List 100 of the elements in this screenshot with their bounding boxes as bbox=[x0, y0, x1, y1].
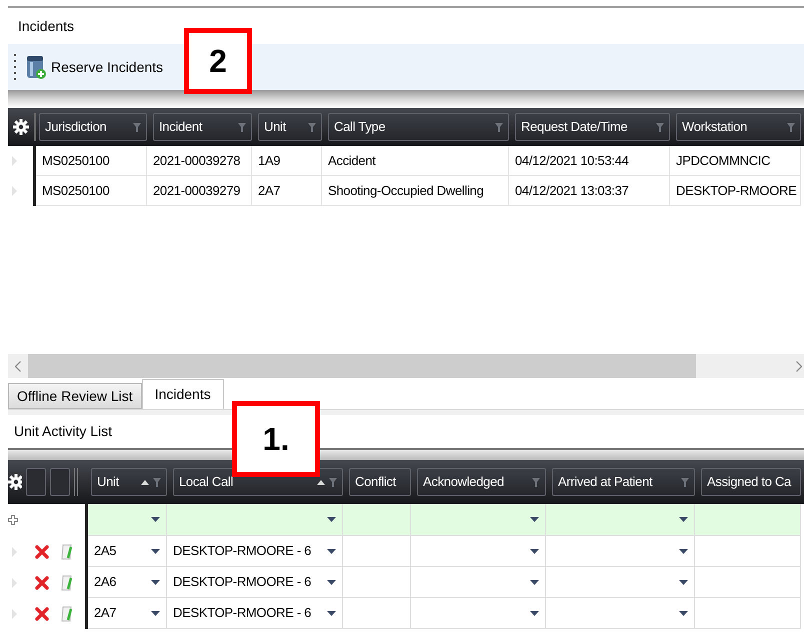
scroll-left-icon bbox=[15, 360, 21, 372]
row-indicator-icon bbox=[12, 608, 17, 618]
dropdown-field[interactable] bbox=[546, 567, 695, 598]
table-cell: 2A7 bbox=[252, 176, 322, 206]
table-cell: MS0250100 bbox=[36, 146, 147, 176]
dropdown-field[interactable] bbox=[546, 536, 695, 567]
toolbar-button[interactable]: Reserve Incidents bbox=[25, 54, 164, 80]
sort-up-icon bbox=[317, 480, 325, 484]
sort-up-icon bbox=[141, 480, 149, 484]
row-indicator-icon bbox=[12, 578, 17, 588]
dropdown-arrow-icon bbox=[679, 517, 688, 522]
panel-title: Unit Activity List bbox=[14, 422, 112, 441]
column-header[interactable]: Jurisdiction bbox=[39, 113, 147, 141]
dropdown-field[interactable]: DESKTOP-RMOORE - 6 bbox=[167, 598, 343, 629]
database-add-icon bbox=[25, 54, 47, 80]
filter-cell[interactable] bbox=[167, 504, 343, 536]
dropdown-arrow-icon bbox=[151, 580, 160, 584]
column-header[interactable]: Conflict bbox=[349, 468, 411, 496]
column-header[interactable]: Acknowledged bbox=[417, 468, 546, 496]
dropdown-field[interactable]: 2A5 bbox=[88, 536, 167, 567]
column-header[interactable]: Call Type bbox=[328, 113, 509, 141]
column-header[interactable]: Arrived at Patient bbox=[552, 468, 695, 496]
settings-icon bbox=[13, 119, 29, 135]
filter-cell[interactable] bbox=[343, 504, 411, 536]
table-cell: DESKTOP-RMOORE bbox=[670, 176, 801, 206]
panel-title: Incidents bbox=[18, 16, 74, 36]
dropdown-arrow-icon bbox=[679, 610, 688, 616]
filter-cell[interactable] bbox=[695, 504, 801, 536]
dropdown-field[interactable] bbox=[411, 567, 546, 598]
column-header[interactable]: Unit bbox=[91, 468, 167, 496]
add-row-icon bbox=[8, 515, 18, 525]
row-indicator-icon bbox=[12, 546, 17, 556]
filter-cell[interactable] bbox=[411, 504, 546, 536]
table-cell[interactable] bbox=[695, 598, 801, 629]
tab[interactable]: Incidents bbox=[142, 379, 224, 409]
filter-cell[interactable] bbox=[546, 504, 695, 536]
filter-icon bbox=[787, 122, 795, 132]
row-indicator-icon bbox=[12, 156, 17, 166]
row-indicator-icon bbox=[12, 186, 17, 196]
table-cell: 04/12/2021 10:53:44 bbox=[509, 146, 670, 176]
dropdown-field[interactable]: 2A6 bbox=[88, 567, 167, 598]
horizontal-scrollbar[interactable] bbox=[8, 354, 804, 378]
table-cell: 2021-00039279 bbox=[147, 176, 252, 206]
filter-cell[interactable] bbox=[88, 504, 167, 536]
dropdown-arrow-icon bbox=[327, 548, 336, 554]
dropdown-field[interactable] bbox=[411, 598, 546, 629]
table-cell[interactable] bbox=[695, 567, 801, 598]
filter-icon bbox=[238, 122, 246, 132]
table-cell[interactable] bbox=[343, 536, 411, 567]
filter-icon bbox=[532, 478, 540, 486]
callout-label: 1. bbox=[232, 401, 320, 477]
dropdown-arrow-icon bbox=[327, 517, 336, 522]
scroll-right-icon bbox=[796, 360, 802, 372]
dropdown-arrow-icon bbox=[679, 548, 688, 554]
dropdown-arrow-icon bbox=[327, 610, 336, 616]
table-cell[interactable] bbox=[343, 567, 411, 598]
filter-icon bbox=[329, 478, 337, 486]
table-cell[interactable] bbox=[343, 598, 411, 629]
filter-icon bbox=[133, 122, 141, 132]
callout-label: 2 bbox=[184, 28, 252, 94]
edit-note-icon[interactable] bbox=[61, 544, 73, 560]
table-cell: 04/12/2021 13:03:37 bbox=[509, 176, 670, 206]
header-button[interactable] bbox=[26, 468, 46, 496]
dropdown-arrow-icon bbox=[530, 610, 539, 616]
dropdown-field[interactable] bbox=[546, 598, 695, 629]
column-header[interactable]: Request Date/Time bbox=[515, 113, 670, 141]
table-cell[interactable] bbox=[695, 536, 801, 567]
filter-icon bbox=[153, 478, 161, 486]
column-header[interactable]: Incident bbox=[153, 113, 252, 141]
dropdown-arrow-icon bbox=[151, 548, 160, 554]
table-cell: Accident bbox=[322, 146, 509, 176]
table-cell: MS0250100 bbox=[36, 176, 147, 206]
settings-icon bbox=[8, 474, 22, 490]
splitter-bar[interactable] bbox=[8, 90, 804, 108]
scrollbar-thumb[interactable] bbox=[28, 354, 696, 378]
filter-icon bbox=[656, 122, 664, 132]
dropdown-field[interactable] bbox=[411, 536, 546, 567]
filter-icon bbox=[308, 122, 316, 132]
dropdown-field[interactable]: 2A7 bbox=[88, 598, 167, 629]
column-header[interactable]: Unit bbox=[258, 113, 322, 141]
dropdown-arrow-icon bbox=[679, 580, 688, 584]
filter-icon bbox=[681, 478, 689, 486]
dropdown-field[interactable]: DESKTOP-RMOORE - 6 bbox=[167, 536, 343, 567]
table-cell: Shooting-Occupied Dwelling bbox=[322, 176, 509, 206]
tab[interactable]: Offline Review List bbox=[8, 383, 142, 409]
table-cell: JPDCOMMNCIC bbox=[670, 146, 801, 176]
delete-icon[interactable] bbox=[35, 544, 49, 558]
column-header[interactable]: Workstation bbox=[676, 113, 801, 141]
column-header[interactable]: Assigned to Ca bbox=[701, 468, 801, 496]
edit-note-icon[interactable] bbox=[61, 606, 73, 622]
header-button[interactable] bbox=[50, 468, 70, 496]
dropdown-arrow-icon bbox=[327, 580, 336, 584]
dropdown-field[interactable]: DESKTOP-RMOORE - 6 bbox=[167, 567, 343, 598]
table-cell: 1A9 bbox=[252, 146, 322, 176]
delete-icon[interactable] bbox=[35, 606, 49, 620]
grip-icon bbox=[14, 54, 17, 80]
delete-icon[interactable] bbox=[35, 576, 49, 590]
filter-icon bbox=[495, 122, 503, 132]
dropdown-arrow-icon bbox=[151, 610, 160, 616]
edit-note-icon[interactable] bbox=[61, 574, 73, 590]
